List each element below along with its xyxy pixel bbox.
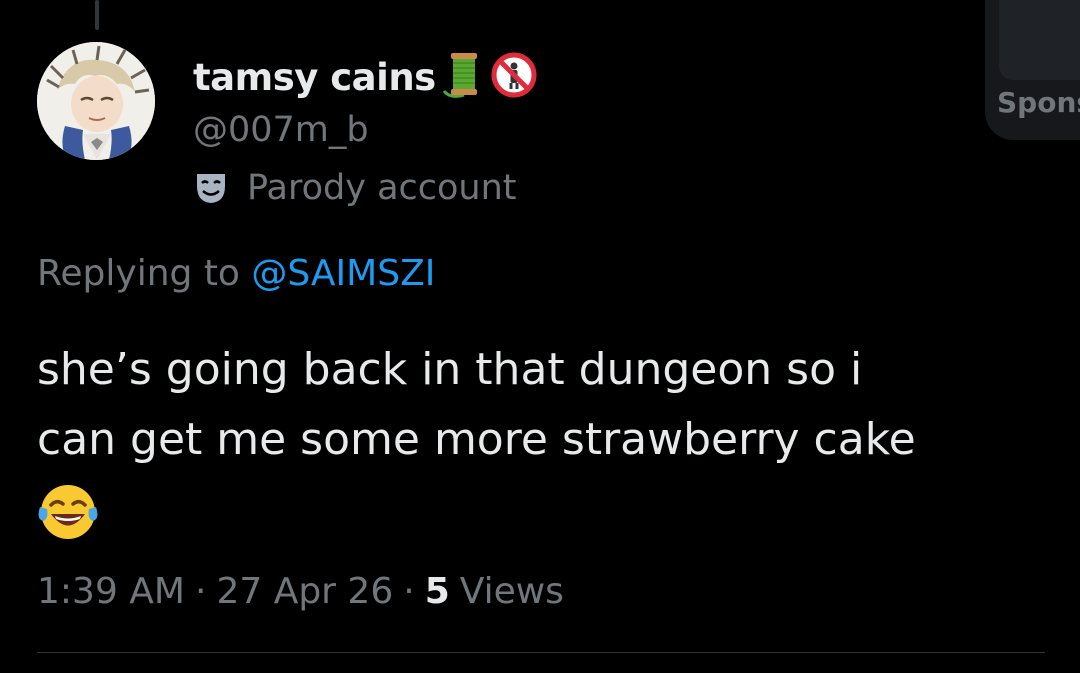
avatar-illustration xyxy=(37,42,155,160)
views-count: 5 xyxy=(424,570,450,612)
post-time[interactable]: 1:39 AM xyxy=(37,571,185,612)
no-entry-person-emoji xyxy=(490,51,538,103)
parody-badge: Parody account xyxy=(193,165,517,211)
sponsored-card[interactable]: Spons xyxy=(985,0,1080,140)
sponsored-thumbnail xyxy=(999,0,1080,80)
replying-to: Replying to @SAIMSZI xyxy=(37,253,435,294)
thread-connector-line xyxy=(95,0,99,30)
face-with-tears-of-joy-emoji xyxy=(37,481,99,543)
parody-label: Parody account xyxy=(247,168,517,208)
divider xyxy=(37,652,1045,653)
meta-separator: · xyxy=(403,570,415,612)
post-text-line-2: can get me some more strawberry cake xyxy=(37,414,916,465)
author-handle[interactable]: @007m_b xyxy=(193,110,369,150)
author-name-row: tamsy cains xyxy=(193,50,538,104)
views-label: Views xyxy=(459,570,564,612)
post-meta: 1:39 AM · 27 Apr 26 · 5 Views xyxy=(37,565,564,617)
post-text: she’s going back in that dungeon so i ca… xyxy=(37,335,1047,543)
replying-handle-link[interactable]: @SAIMSZI xyxy=(251,253,435,294)
post-date[interactable]: 27 Apr 26 xyxy=(216,571,393,612)
avatar[interactable] xyxy=(37,42,155,160)
post-text-line-1: she’s going back in that dungeon so i xyxy=(37,344,863,395)
replying-prefix: Replying to xyxy=(37,253,252,294)
display-name[interactable]: tamsy cains xyxy=(193,56,436,99)
thread-spool-emoji xyxy=(438,49,488,105)
theater-mask-icon xyxy=(193,170,229,206)
meta-separator: · xyxy=(194,570,207,612)
sponsored-label: Spons xyxy=(997,86,1080,119)
